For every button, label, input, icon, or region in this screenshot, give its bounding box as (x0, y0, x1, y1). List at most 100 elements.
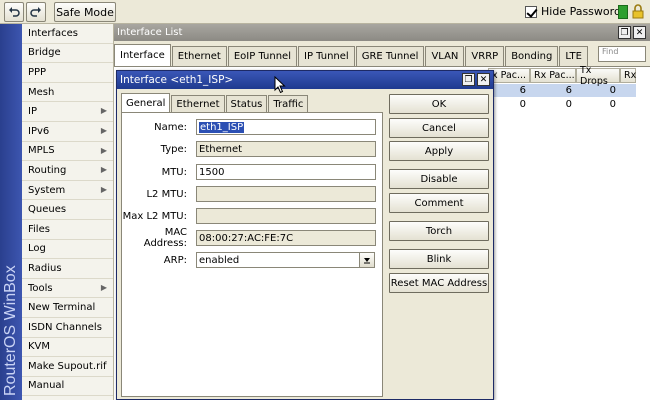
column-header-tx-packets[interactable]: x Pac... (488, 68, 530, 83)
sidebar-menu: Interfaces Bridge PPP Mesh IP ▶ IPv6 ▶ MPLS ▶ Rout… (22, 24, 114, 400)
reset-mac-address-button[interactable]: Reset MAC Address (389, 273, 489, 293)
mtu-input[interactable]: 1500 (196, 164, 376, 180)
sidebar-item-system[interactable]: System ▶ (22, 181, 113, 201)
sidebar-item-label: IP (28, 106, 37, 118)
submenu-arrow-icon: ▶ (100, 184, 107, 194)
close-icon[interactable]: ✕ (633, 26, 646, 39)
sidebar-item-interfaces[interactable]: Interfaces (22, 24, 113, 44)
comment-button[interactable]: Comment (389, 193, 489, 213)
tab-status[interactable]: Status (225, 95, 268, 112)
dialog-title: Interface <eth1_ISP> (120, 74, 234, 86)
tab-lte[interactable]: LTE (559, 46, 588, 66)
sidebar-item-label: Log (28, 243, 46, 255)
sidebar-item-label: Queues (28, 204, 67, 216)
sidebar-item-tools[interactable]: Tools ▶ (22, 279, 113, 299)
sidebar-item-queues[interactable]: Queues (22, 200, 113, 220)
tab-vrrp[interactable]: VRRP (465, 46, 505, 66)
sidebar-item-kvm[interactable]: KVM (22, 338, 113, 358)
sidebar-item-ppp[interactable]: PPP (22, 63, 113, 83)
torch-button[interactable]: Torch (389, 221, 489, 241)
sidebar-item-mpls[interactable]: MPLS ▶ (22, 142, 113, 162)
restore-icon[interactable]: ❐ (462, 73, 475, 86)
arp-dropdown-button[interactable] (359, 252, 375, 268)
sidebar-item-label: KVM (28, 341, 51, 353)
hide-passwords-checkbox[interactable] (525, 5, 537, 18)
tab-ethernet[interactable]: Ethernet (171, 46, 227, 66)
max-l2-mtu-label: Max L2 MTU: (122, 210, 187, 222)
safe-mode-button[interactable]: Safe Mode (54, 2, 116, 22)
column-header-rx[interactable]: Rx (620, 68, 636, 83)
tab-eoip-tunnel[interactable]: EoIP Tunnel (227, 46, 297, 66)
arp-label: ARP: (163, 254, 187, 266)
mac-address-label: MAC Address: (143, 227, 187, 249)
interface-dialog: Interface <eth1_ISP> ❐ ✕ General Etherne… (116, 70, 494, 400)
tab-vlan[interactable]: VLAN (425, 46, 465, 66)
sidebar-item-radius[interactable]: Radius (22, 259, 113, 279)
disable-button[interactable]: Disable (389, 169, 489, 189)
sidebar-item-label: Bridge (28, 47, 61, 59)
tab-ip-tunnel[interactable]: IP Tunnel (298, 46, 355, 66)
cancel-button[interactable]: Cancel (389, 118, 489, 138)
max-l2-mtu-field (196, 208, 376, 224)
submenu-arrow-icon: ▶ (100, 125, 107, 135)
apply-button[interactable]: Apply (389, 141, 489, 161)
redo-icon (30, 7, 41, 17)
sidebar-item-ipv6[interactable]: IPv6 ▶ (22, 122, 113, 142)
sidebar-item-label: System (28, 184, 66, 196)
tab-gre-tunnel[interactable]: GRE Tunnel (355, 46, 425, 66)
sidebar-item-label: ISDN Channels (28, 321, 102, 333)
submenu-arrow-icon: ▶ (100, 106, 107, 116)
l2-mtu-label: L2 MTU: (146, 188, 187, 200)
tab-general[interactable]: General (121, 93, 171, 112)
hide-passwords-toggle[interactable]: Hide Passwords (525, 5, 627, 18)
sidebar-item-label: IPv6 (28, 125, 50, 137)
restore-icon[interactable]: ❐ (618, 26, 631, 39)
arp-select[interactable]: enabled (196, 252, 360, 268)
ok-button[interactable]: OK (389, 94, 489, 114)
table-cell: 0 (609, 99, 616, 110)
sidebar-item-manual[interactable]: Manual (22, 377, 113, 397)
tab-interface[interactable]: Interface (114, 44, 171, 66)
submenu-arrow-icon: ▶ (100, 282, 107, 292)
sidebar-item-label: New Terminal (28, 302, 96, 314)
table-cell: 0 (565, 99, 572, 110)
close-icon[interactable]: ✕ (477, 73, 490, 86)
submenu-arrow-icon: ▶ (100, 145, 107, 155)
sidebar-item-new-terminal[interactable]: New Terminal (22, 298, 113, 318)
sidebar-item-log[interactable]: Log (22, 240, 113, 260)
find-input[interactable]: Find (598, 46, 646, 62)
mtu-label: MTU: (161, 166, 187, 178)
sidebar-item-routing[interactable]: Routing ▶ (22, 161, 113, 181)
l2-mtu-field (196, 186, 376, 202)
sidebar-item-label: Radius (28, 262, 62, 274)
sidebar-item-bridge[interactable]: Bridge (22, 44, 113, 64)
sidebar-item-mesh[interactable]: Mesh (22, 83, 113, 103)
tab-traffic[interactable]: Traffic (268, 95, 309, 112)
banner-text: RouterOS WinBox (2, 265, 19, 396)
redo-button[interactable] (26, 2, 46, 22)
sidebar-item-files[interactable]: Files (22, 220, 113, 240)
interface-list-titlebar: Interface List ❐ ✕ (114, 24, 650, 41)
table-cell: 6 (519, 85, 526, 96)
type-field: Ethernet (196, 141, 376, 157)
undo-icon (9, 7, 20, 17)
sidebar-item-label: Tools (28, 282, 53, 294)
status-indicator (618, 5, 628, 19)
column-header-rx-packets[interactable]: Rx Pac... (530, 68, 576, 83)
column-header-tx-drops[interactable]: Tx Drops (576, 65, 620, 87)
submenu-arrow-icon: ▶ (100, 165, 107, 175)
tab-bonding[interactable]: Bonding (505, 46, 559, 66)
undo-button[interactable] (4, 2, 24, 22)
interface-list-tabs: Interface Ethernet EoIP Tunnel IP Tunnel GRE… (114, 44, 589, 66)
sidebar-item-label: Manual (28, 380, 65, 392)
name-input[interactable]: eth1_ISP (196, 119, 376, 135)
sidebar-item-isdn-channels[interactable]: ISDN Channels (22, 318, 113, 338)
table-cell: 0 (609, 85, 616, 96)
tab-ethernet[interactable]: Ethernet (171, 95, 225, 112)
sidebar-item-make-supout-rif[interactable]: Make Supout.rif (22, 357, 113, 377)
sidebar-item-label: Files (28, 223, 50, 235)
dialog-tabs: General Ethernet Status Traffic (121, 93, 309, 112)
sidebar-item-ip[interactable]: IP ▶ (22, 102, 113, 122)
dialog-titlebar[interactable]: Interface <eth1_ISP> ❐ ✕ (117, 71, 493, 89)
blink-button[interactable]: Blink (389, 249, 489, 269)
